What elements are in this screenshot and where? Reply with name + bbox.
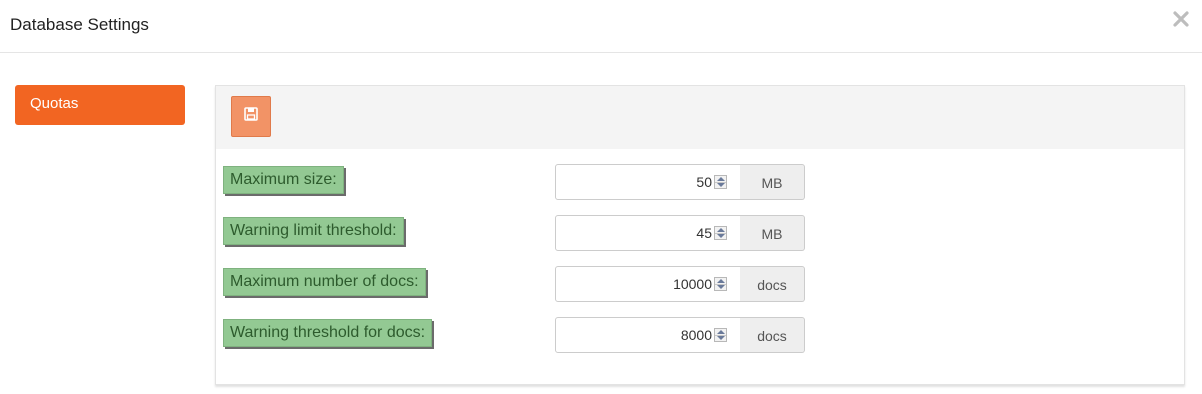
warning-docs-value: 8000	[680, 327, 712, 343]
spinner-up-icon[interactable]	[717, 330, 725, 334]
spinner-up-icon[interactable]	[717, 228, 725, 232]
sidebar: Quotas	[15, 85, 185, 125]
form-row-max-size: Maximum size: 50 MB	[216, 164, 1184, 200]
close-icon[interactable]	[1172, 10, 1190, 28]
max-size-input[interactable]: 50	[555, 164, 741, 200]
warning-limit-unit: MB	[740, 215, 805, 251]
form-row-max-docs: Maximum number of docs: 10000 docs	[216, 266, 1184, 302]
warning-limit-spinner[interactable]	[714, 226, 727, 240]
quotas-panel: Maximum size: 50 MB Warning limit thresh…	[215, 85, 1185, 385]
warning-limit-label: Warning limit threshold:	[223, 217, 404, 245]
max-size-label: Maximum size:	[223, 166, 344, 194]
panel-toolbar	[216, 86, 1184, 149]
spinner-down-icon[interactable]	[717, 183, 725, 187]
spinner-down-icon[interactable]	[717, 285, 725, 289]
max-docs-spinner[interactable]	[714, 277, 727, 291]
max-docs-unit: docs	[740, 266, 805, 302]
save-button[interactable]	[231, 96, 271, 137]
warning-docs-unit: docs	[740, 317, 805, 353]
max-docs-value: 10000	[673, 276, 712, 292]
warning-limit-input[interactable]: 45	[555, 215, 741, 251]
spinner-up-icon[interactable]	[717, 279, 725, 283]
max-docs-label: Maximum number of docs:	[223, 268, 426, 296]
max-docs-input[interactable]: 10000	[555, 266, 741, 302]
spinner-down-icon[interactable]	[717, 234, 725, 238]
max-size-value: 50	[696, 174, 712, 190]
spinner-up-icon[interactable]	[717, 177, 725, 181]
database-settings-dialog: Database Settings Quotas Maximum size: 5…	[0, 0, 1202, 394]
sidebar-item-label: Quotas	[30, 95, 79, 112]
dialog-title: Database Settings	[10, 15, 149, 34]
form-row-warning-docs: Warning threshold for docs: 8000 docs	[216, 317, 1184, 353]
warning-docs-label: Warning threshold for docs:	[223, 319, 433, 347]
sidebar-item-quotas[interactable]: Quotas	[15, 85, 185, 125]
dialog-header: Database Settings	[0, 0, 1202, 53]
max-size-unit: MB	[740, 164, 805, 200]
warning-docs-input[interactable]: 8000	[555, 317, 741, 353]
save-icon	[244, 107, 258, 126]
max-size-spinner[interactable]	[714, 175, 727, 189]
warning-limit-value: 45	[696, 225, 712, 241]
form-row-warning-limit: Warning limit threshold: 45 MB	[216, 215, 1184, 251]
spinner-down-icon[interactable]	[717, 336, 725, 340]
warning-docs-spinner[interactable]	[714, 328, 727, 342]
